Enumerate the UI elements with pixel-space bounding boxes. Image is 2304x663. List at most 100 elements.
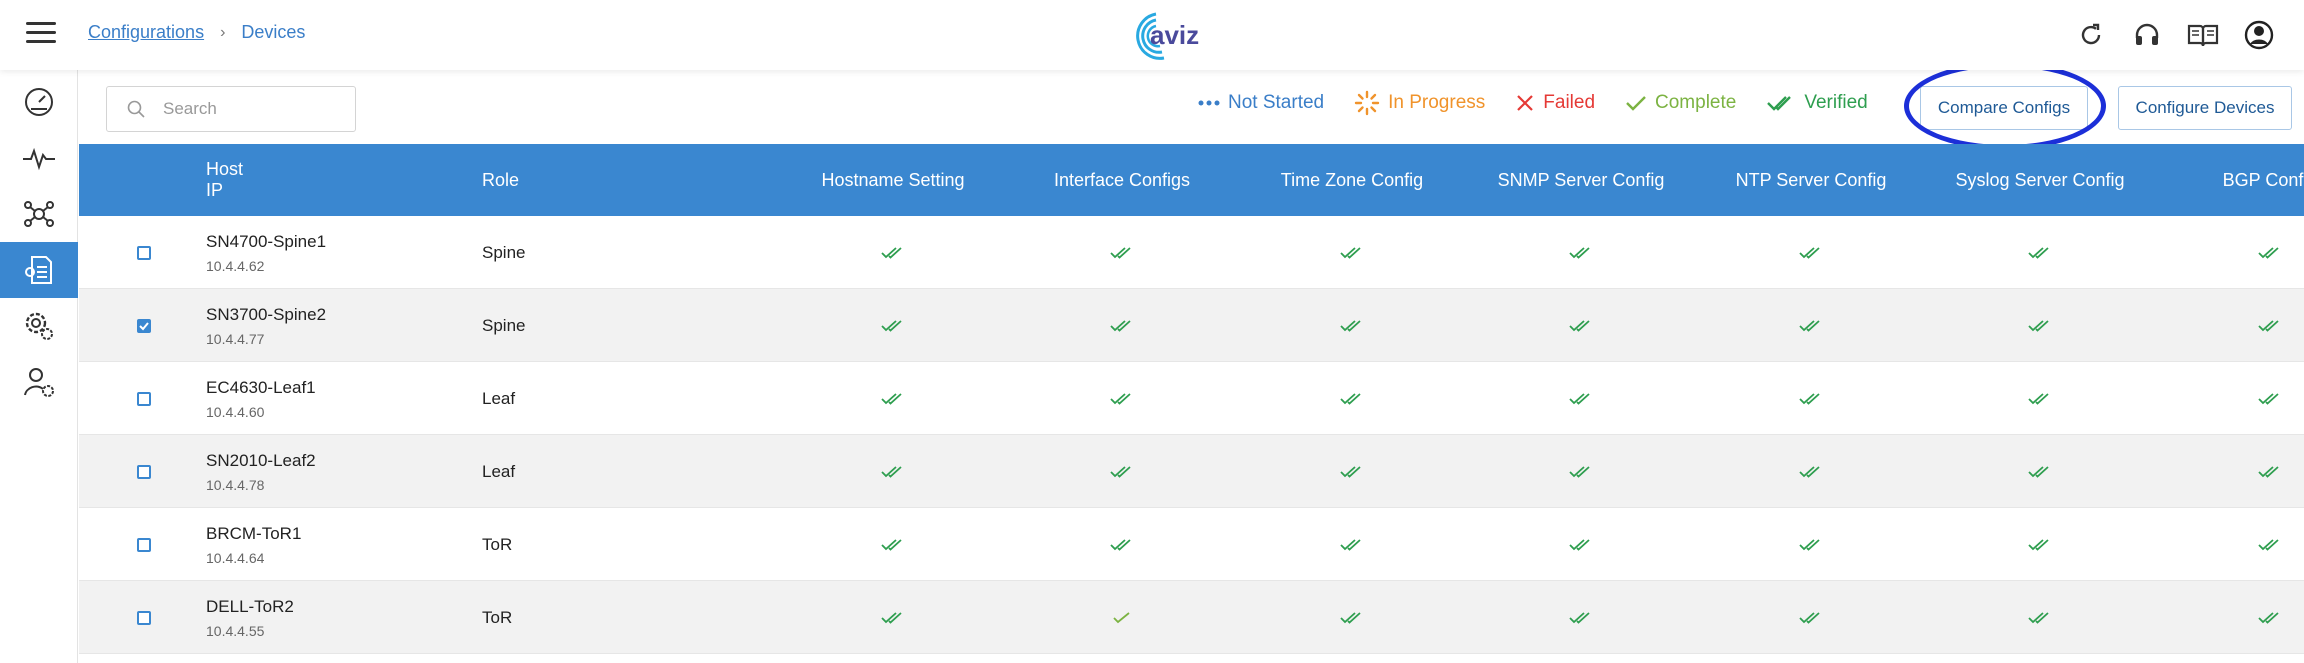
checkbox-unchecked[interactable] [137,537,151,552]
legend-in-progress: In Progress [1354,90,1485,116]
legend-not-started: Not Started [1198,92,1324,114]
host-ip: 10.4.4.62 [206,257,265,274]
double-check-icon [1569,465,1590,478]
dots-icon [1198,100,1220,106]
header-host: Host [206,159,244,179]
table-row[interactable]: DELL-ToR2 10.4.4.55 ToR [79,581,2304,654]
status-legend: Not Started In Progress Failed Complete … [1198,90,1868,116]
host-cell: SN4700-Spine1 10.4.4.62 [206,216,326,289]
double-check-icon [1340,611,1361,624]
double-check-icon [1340,538,1361,551]
double-check-icon [1340,246,1361,259]
double-check-icon [1110,392,1131,405]
double-check-icon [1110,538,1131,551]
double-check-icon [1767,96,1792,111]
header-role: Role [482,169,520,190]
status-bgp-config [2111,216,2304,289]
status-bgp-config [2111,435,2304,508]
table-row[interactable]: SN3700-Spine2 10.4.4.77 Spine [79,289,2304,362]
legend-label: Verified [1804,92,1868,113]
configure-devices-button[interactable]: Configure Devices [2118,86,2292,130]
double-check-icon [1569,611,1590,624]
double-check-icon [2258,611,2279,624]
aviz-logo: aviz [1120,8,1199,64]
sidebar-item-dashboard[interactable] [0,74,78,130]
double-check-icon [1110,465,1131,478]
host-name: BRCM-ToR1 [206,523,302,543]
check-icon [1626,96,1646,111]
user-icon[interactable] [2242,18,2276,52]
row-checkbox[interactable] [129,362,159,435]
checkbox-unchecked[interactable] [137,391,151,406]
host-name: SN3700-Spine2 [206,304,327,324]
double-check-icon [2028,611,2049,624]
table-row[interactable]: SN4700-Spine1 10.4.4.62 Spine [79,216,2304,289]
double-check-icon [1799,465,1820,478]
table-row[interactable]: BRCM-ToR1 10.4.4.64 ToR [79,508,2304,581]
legend-label: Failed [1543,92,1596,113]
header-host-ip: Host IP [206,144,243,216]
checkbox-unchecked[interactable] [137,245,151,260]
host-name: SN4700-Spine1 [206,231,327,251]
double-check-icon [1110,319,1131,332]
host-ip: 10.4.4.64 [206,549,265,566]
double-check-icon [1799,319,1820,332]
breadcrumb-configurations-link[interactable]: Configurations [88,22,204,43]
compare-configs-button[interactable]: Compare Configs [1920,86,2088,130]
host-name: SN2010-Leaf2 [206,450,316,470]
role-cell: Spine [482,315,526,335]
sidebar [0,70,78,663]
sidebar-item-settings[interactable] [0,298,78,354]
cross-icon [1517,95,1534,111]
status-bgp-config [2111,362,2304,435]
row-checkbox[interactable] [129,216,159,289]
search-input[interactable] [163,99,343,119]
row-checkbox[interactable] [129,508,159,581]
checkbox-unchecked[interactable] [137,610,151,625]
table-row[interactable]: EC4630-Leaf1 10.4.4.60 Leaf [79,362,2304,435]
double-check-icon [1569,538,1590,551]
book-icon[interactable] [2186,18,2220,52]
host-name: EC4630-Leaf1 [206,377,316,397]
refresh-icon[interactable] [2074,18,2108,52]
logo-text: aviz [1150,20,1200,50]
host-cell: SN3700-Spine2 10.4.4.77 [206,289,326,362]
double-check-icon [2028,392,2049,405]
status-bgp-config [2111,289,2304,362]
devices-table: Host IP Role Hostname Setting Interface … [79,144,2304,654]
double-check-icon [1799,246,1820,259]
double-check-icon [881,465,902,478]
config-document-icon [25,256,52,284]
status-bgp-config [2111,581,2304,654]
settings-gears-icon [25,312,53,340]
table-row[interactable]: SN2010-Leaf2 10.4.4.78 Leaf [79,435,2304,508]
double-check-icon [1569,246,1590,259]
host-ip: 10.4.4.55 [206,622,265,639]
sidebar-item-topology[interactable] [0,186,78,242]
checkbox-unchecked[interactable] [137,464,151,479]
search-box[interactable] [106,86,356,132]
legend-label: In Progress [1388,92,1486,113]
row-checkbox[interactable] [129,289,159,362]
host-name: DELL-ToR2 [206,596,294,616]
sidebar-item-configurations[interactable] [0,242,78,298]
sidebar-item-user-management[interactable] [0,354,78,410]
double-check-icon [1340,392,1361,405]
host-ip: 10.4.4.60 [206,403,265,420]
legend-failed: Failed [1515,92,1595,114]
breadcrumb-separator: › [220,23,226,41]
headset-icon[interactable] [2130,18,2164,52]
sidebar-item-monitoring[interactable] [0,130,78,186]
menu-icon[interactable] [26,22,56,46]
user-settings-icon [24,368,54,397]
double-check-icon [2028,465,2049,478]
role-cell: Leaf [482,461,516,481]
row-checkbox[interactable] [129,435,159,508]
host-ip: 10.4.4.77 [206,330,265,347]
table-header: Host IP Role Hostname Setting Interface … [79,144,2304,216]
row-checkbox[interactable] [129,581,159,654]
checkbox-checked[interactable] [137,318,151,333]
host-cell: EC4630-Leaf1 10.4.4.60 [206,362,316,435]
double-check-icon [1799,392,1820,405]
spinner-icon [1354,90,1380,116]
